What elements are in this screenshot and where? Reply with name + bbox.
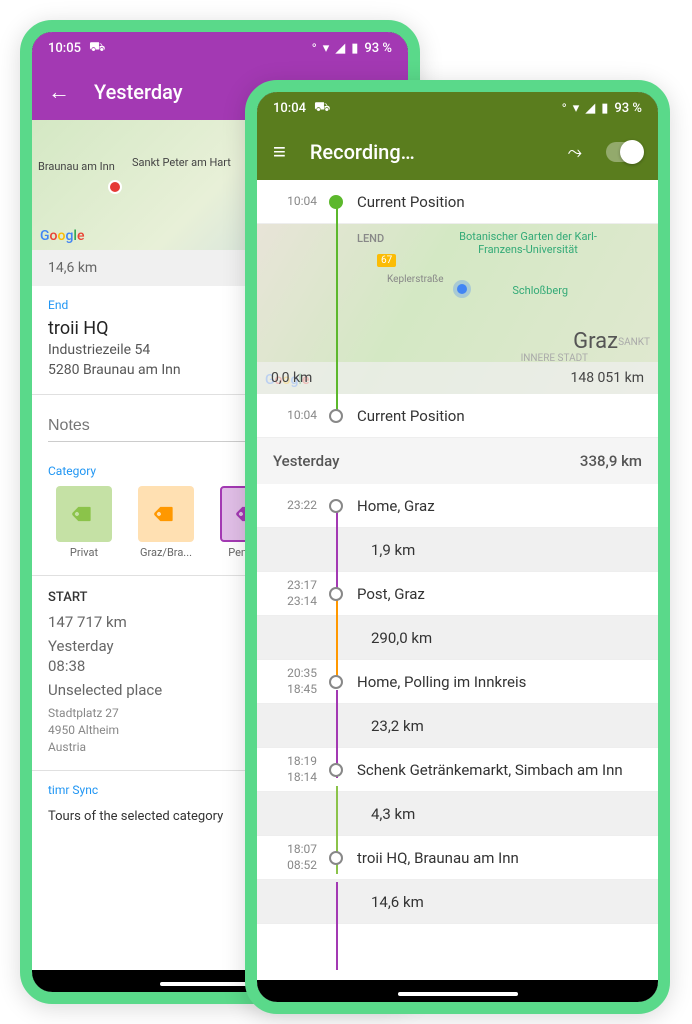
entry-time: 10:04 — [257, 194, 329, 210]
statusbar-time: 10:05 — [48, 41, 81, 56]
odometer: 148 051 km — [570, 370, 644, 386]
entry-time: 18:0708:52 — [257, 842, 329, 873]
entry-label: Post, Graz — [343, 575, 658, 613]
entry-time: 18:1918:14 — [257, 754, 329, 785]
map-pin-icon — [108, 180, 122, 194]
car-icon: ⛟ — [314, 100, 330, 117]
timeline-distance[interactable]: 4,3 km — [257, 792, 658, 836]
timeline-dot-icon — [329, 499, 343, 513]
map-label: Botanischer Garten der Karl-Franzens-Uni… — [458, 230, 598, 256]
merge-icon[interactable]: ⤳ — [568, 142, 582, 163]
entry-label: Current Position — [343, 183, 658, 221]
section-yesterday: Yesterday 338,9 km — [257, 438, 658, 484]
entry-label: Schenk Getränkemarkt, Simbach am Inn — [343, 751, 658, 789]
distance-value: 290,0 km — [343, 619, 658, 657]
entry-label: Current Position — [343, 397, 658, 435]
timeline-dot-icon — [329, 675, 343, 689]
appbar-title: Yesterday — [94, 80, 183, 104]
category-label: Graz/Bra... — [130, 546, 202, 559]
entry-label: Home, Graz — [343, 487, 658, 525]
statusbar-battery: 93 % — [364, 41, 392, 56]
timeline-dot-icon — [329, 763, 343, 777]
map-label: Braunau am Inn — [38, 160, 115, 173]
today-timeline: 10:04 Current Position LEND Botanischer … — [257, 180, 658, 438]
category-item[interactable]: Graz/Bra... — [130, 486, 202, 559]
distance-value: 1,9 km — [343, 531, 658, 569]
distance-value: 14,6 km — [343, 883, 658, 921]
category-label: Privat — [48, 546, 120, 559]
category-item[interactable]: Privat — [48, 486, 120, 559]
timeline-stop[interactable]: 18:1918:14 Schenk Getränkemarkt, Simbach … — [257, 748, 658, 792]
entry-time: 23:1723:14 — [257, 578, 329, 609]
segment-distance: 0,0 km — [271, 370, 312, 386]
statusbar-time: 10:04 — [273, 101, 306, 116]
car-icon: ⛟ — [89, 40, 105, 57]
section-title: Yesterday — [273, 452, 339, 470]
map-label: Keplerstraße — [387, 274, 444, 285]
timeline-dot-icon — [329, 195, 343, 209]
distance-value: 4,3 km — [343, 795, 658, 833]
location-icon: ᐤ — [312, 41, 317, 56]
entry-label: troii HQ, Braunau am Inn — [343, 839, 658, 877]
entry-time: 20:3518:45 — [257, 666, 329, 697]
timeline-current[interactable]: 10:04 Current Position — [257, 180, 658, 224]
entry-label: Home, Polling im Innkreis — [343, 663, 658, 701]
map-preview[interactable]: LEND Botanischer Garten der Karl-Franzen… — [257, 224, 658, 394]
map-label: Sankt Peter am Hart — [132, 156, 231, 169]
timeline-stop[interactable]: 23:22 Home, Graz — [257, 484, 658, 528]
timeline-distance[interactable]: 14,6 km — [257, 880, 658, 924]
tag-icon — [56, 486, 112, 542]
timeline-dot-icon — [329, 851, 343, 865]
section-total: 338,9 km — [580, 452, 642, 470]
distance-value: 23,2 km — [343, 707, 658, 745]
signal-icon: ◢ — [585, 101, 595, 116]
timeline-stop[interactable]: 20:3518:45 Home, Polling im Innkreis — [257, 660, 658, 704]
location-icon: ᐤ — [562, 101, 567, 116]
timeline-stop[interactable]: 23:1723:14 Post, Graz — [257, 572, 658, 616]
current-location-dot — [457, 284, 467, 294]
map-label: Schloßberg — [512, 284, 568, 297]
wifi-icon: ▾ — [573, 101, 580, 116]
phone-recording-screen: 10:04 ⛟ ᐤ ▾ ◢ ▮ 93 % ≡ Recording… ⤳ 10:0… — [245, 80, 670, 1014]
timeline-dot-icon — [329, 409, 343, 423]
home-indicator[interactable] — [398, 992, 518, 996]
battery-icon: ▮ — [601, 101, 608, 116]
entry-time: 23:22 — [257, 498, 329, 514]
menu-icon[interactable]: ≡ — [273, 139, 286, 165]
timeline-distance[interactable]: 23,2 km — [257, 704, 658, 748]
map-label: LEND — [357, 232, 384, 245]
timeline-distance[interactable]: 290,0 km — [257, 616, 658, 660]
timeline-distance[interactable]: 1,9 km — [257, 528, 658, 572]
timeline-stop[interactable]: 18:0708:52 troii HQ, Braunau am Inn — [257, 836, 658, 880]
back-icon[interactable]: ← — [48, 79, 70, 105]
battery-icon: ▮ — [351, 41, 358, 56]
signal-icon: ◢ — [335, 41, 345, 56]
road-shield: 67 — [377, 254, 396, 267]
map-city: Graz — [573, 329, 618, 354]
statusbar: 10:04 ⛟ ᐤ ▾ ◢ ▮ 93 % — [257, 92, 658, 124]
statusbar-battery: 93 % — [614, 101, 642, 116]
appbar: ≡ Recording… ⤳ — [257, 124, 658, 180]
google-logo: Google — [40, 228, 84, 244]
yesterday-timeline: 23:22 Home, Graz 1,9 km 23:1723:14 Post, Gra… — [257, 484, 658, 924]
map-label: SANKT — [618, 337, 650, 348]
statusbar: 10:05 ⛟ ᐤ ▾ ◢ ▮ 93 % — [32, 32, 408, 64]
entry-time: 10:04 — [257, 408, 329, 424]
appbar-title: Recording… — [310, 140, 415, 164]
timeline-current[interactable]: 10:04 Current Position — [257, 394, 658, 438]
recording-toggle[interactable] — [606, 142, 642, 162]
wifi-icon: ▾ — [323, 41, 330, 56]
tag-icon — [138, 486, 194, 542]
timeline-dot-icon — [329, 587, 343, 601]
trip-distance: 14,6 km — [48, 260, 97, 276]
